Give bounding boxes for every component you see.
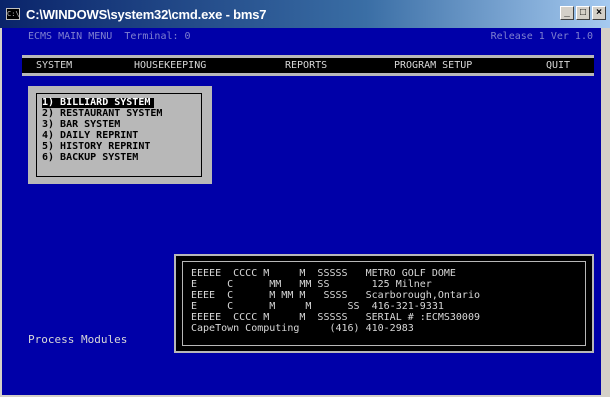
submenu-frame: 1) BILLIARD SYSTEM 2) RESTAURANT SYSTEM … (36, 93, 202, 177)
submenu-item-billiard[interactable]: 1) BILLIARD SYSTEM (42, 98, 155, 108)
info-line: E C MM MM SS 125 Milner (191, 279, 432, 290)
menu-program-setup[interactable]: PROGRAM SETUP (394, 60, 472, 71)
console-area[interactable]: ECMS MAIN MENU Terminal: 0 Release 1 Ver… (2, 28, 601, 395)
license-info-box: EEEEE CCCC M M SSSSS METRO GOLF DOME E C… (174, 254, 594, 353)
maximize-button[interactable]: □ (576, 6, 590, 20)
submenu-item-daily-reprint[interactable]: 4) DAILY REPRINT (42, 131, 138, 141)
minimize-button[interactable]: _ (560, 6, 574, 20)
license-info-frame: EEEEE CCCC M M SSSSS METRO GOLF DOME E C… (182, 261, 586, 346)
submenu-item-backup[interactable]: 6) BACKUP SYSTEM (42, 153, 138, 163)
menu-reports[interactable]: REPORTS (285, 60, 327, 71)
menu-housekeeping[interactable]: HOUSEKEEPING (134, 60, 206, 71)
close-button[interactable]: × (592, 6, 606, 20)
menu-quit[interactable]: QUIT (546, 60, 570, 71)
info-line: EEEEE CCCC M M SSSSS SERIAL # :ECMS30009 (191, 312, 480, 323)
status-text: Process Modules (28, 333, 128, 346)
menu-header-title: ECMS MAIN MENU Terminal: 0 (28, 31, 191, 42)
main-menu-bar: SYSTEM HOUSEKEEPING REPORTS PROGRAM SETU… (22, 55, 594, 76)
info-line: EEEEE CCCC M M SSSSS METRO GOLF DOME (191, 268, 456, 279)
window-controls: _ □ × (558, 6, 606, 20)
window-title: C:\WINDOWS\system32\cmd.exe - bms7 (26, 6, 267, 22)
menu-system[interactable]: SYSTEM (36, 60, 72, 71)
console-icon[interactable]: C:\ (6, 8, 20, 20)
title-bar[interactable]: C:\ C:\WINDOWS\system32\cmd.exe - bms7 _… (0, 0, 610, 28)
submenu-item-restaurant[interactable]: 2) RESTAURANT SYSTEM (42, 109, 162, 119)
info-line: EEEE C M MM M SSSS Scarborough,Ontario (191, 290, 480, 301)
submenu-item-bar[interactable]: 3) BAR SYSTEM (42, 120, 120, 130)
system-submenu: 1) BILLIARD SYSTEM 2) RESTAURANT SYSTEM … (28, 86, 212, 184)
console-window: C:\ C:\WINDOWS\system32\cmd.exe - bms7 _… (0, 0, 610, 397)
release-version: Release 1 Ver 1.0 (490, 31, 593, 42)
info-line: CapeTown Computing (416) 410-2983 (191, 323, 414, 334)
vertical-scrollbar[interactable] (601, 28, 610, 395)
info-line: E C M M SS 416-321-9331 (191, 301, 444, 312)
submenu-item-history-reprint[interactable]: 5) HISTORY REPRINT (42, 142, 150, 152)
